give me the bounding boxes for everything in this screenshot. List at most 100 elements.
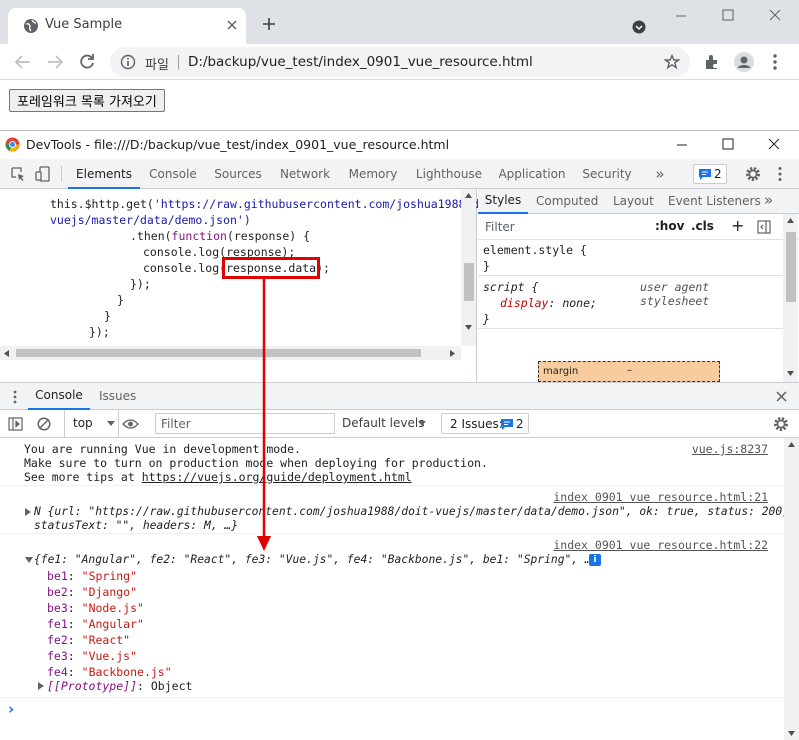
data-object-summary[interactable]: {fe1: "Angular", fe2: "React", fe3: "Vue… — [34, 553, 599, 566]
levels-dropdown-arrow-icon[interactable] — [418, 421, 426, 426]
message-source-link[interactable]: index 0901 vue resource.html:21 — [553, 490, 768, 504]
property-colon: : — [67, 665, 82, 679]
prototype-row[interactable]: [[Prototype]]: Object — [47, 679, 192, 693]
tab-computed[interactable]: Computed — [536, 194, 598, 208]
console-vertical-scrollbar[interactable] — [784, 438, 799, 740]
drawer-tab-console[interactable]: Console — [28, 383, 90, 410]
scroll-left-icon[interactable] — [4, 350, 9, 357]
message-source-link[interactable]: vue.js:8237 — [692, 442, 768, 456]
tab-styles[interactable]: Styles — [478, 189, 528, 214]
code-line-9: }); — [89, 325, 110, 339]
tab-application[interactable]: Application — [492, 159, 572, 189]
drawer-menu-icon[interactable] — [13, 390, 17, 404]
scroll-right-icon[interactable] — [450, 350, 455, 357]
tab-event-listeners[interactable]: Event Listeners — [668, 194, 761, 208]
tab-console[interactable]: Console — [142, 159, 204, 189]
styles-scroll-down-icon[interactable] — [787, 371, 794, 376]
collapse-arrow-icon[interactable] — [25, 557, 33, 563]
fetch-frameworks-button[interactable]: 포레임워크 목록 가져오기 — [9, 89, 165, 112]
devtools-minimize-icon[interactable] — [676, 143, 688, 147]
maximize-icon[interactable] — [722, 9, 734, 21]
deployment-guide-link[interactable]: https://vuejs.org/guide/deployment.html — [142, 470, 412, 484]
scroll-up-icon[interactable] — [465, 193, 472, 198]
new-tab-icon[interactable] — [262, 17, 276, 31]
close-window-icon[interactable] — [769, 9, 781, 21]
expand-arrow-icon[interactable] — [25, 508, 31, 516]
property-colon: : — [67, 601, 82, 615]
hov-toggle[interactable]: :hov — [655, 219, 684, 233]
console-settings-gear-icon[interactable] — [773, 416, 789, 432]
info-badge-letter: i — [593, 555, 597, 565]
cls-toggle[interactable]: .cls — [691, 219, 714, 233]
styles-more-tabs[interactable]: » — [764, 191, 773, 209]
console-prompt-icon[interactable]: › — [8, 700, 14, 718]
styles-filter-input[interactable]: Filter — [485, 220, 645, 234]
code-line-2: vuejs/master/data/demo.json') — [50, 213, 251, 227]
tab-search-icon[interactable] — [632, 20, 646, 34]
more-tabs-button[interactable]: » — [648, 159, 672, 189]
devtools-maximize-icon[interactable] — [722, 138, 734, 150]
address-bar[interactable]: 파일 D:/backup/vue_test/index_0901_vue_res… — [110, 47, 690, 77]
context-value: top — [73, 416, 93, 430]
devtools-close-icon[interactable] — [768, 138, 780, 150]
profile-avatar-icon[interactable] — [734, 52, 754, 72]
log-levels-dropdown[interactable]: Default levels — [342, 416, 424, 430]
console-message-data: index 0901 vue resource.html:22 {fe1: "A… — [0, 534, 799, 698]
code-line-6: }); — [130, 277, 151, 291]
source-vertical-scrollbar[interactable] — [461, 189, 476, 346]
minimize-icon[interactable] — [675, 13, 687, 19]
response-object-preview[interactable]: N {url: "https://raw.githubusercontent.c… — [34, 505, 789, 518]
back-icon[interactable] — [14, 53, 32, 71]
styles-vertical-scrollbar[interactable] — [783, 214, 798, 382]
console-text: Make sure to turn on production mode whe… — [24, 456, 488, 470]
reload-icon[interactable] — [78, 53, 96, 71]
info-badge-icon[interactable]: i — [589, 554, 601, 566]
toggle-sidebar-icon[interactable] — [757, 220, 771, 234]
source-horizontal-scrollbar[interactable] — [0, 346, 461, 360]
tab-elements[interactable]: Elements — [68, 159, 140, 189]
tab-sources[interactable]: Sources — [206, 159, 270, 189]
bookmark-star-icon[interactable] — [664, 54, 680, 70]
tab-network[interactable]: Network — [272, 159, 338, 189]
context-selector[interactable]: top — [64, 410, 119, 437]
site-info-icon[interactable] — [120, 54, 136, 70]
property-value: "Vue.js" — [81, 649, 138, 663]
issues-badge-button[interactable]: 2 — [693, 164, 727, 184]
close-drawer-icon[interactable] — [776, 391, 787, 402]
property-value: "Django" — [81, 585, 138, 599]
tab-memory[interactable]: Memory — [340, 159, 406, 189]
browser-tab[interactable]: Vue Sample — [8, 8, 246, 44]
drawer-tab-issues[interactable]: Issues — [99, 389, 136, 403]
styles-scroll-up-icon[interactable] — [787, 218, 794, 223]
tab-security[interactable]: Security — [574, 159, 640, 189]
browser-menu-icon[interactable] — [772, 53, 778, 71]
forward-icon[interactable] — [46, 53, 64, 71]
extensions-icon[interactable] — [703, 53, 721, 71]
devtools-window-title: DevTools - file:///D:/backup/vue_test/in… — [26, 137, 450, 152]
inspect-element-icon[interactable] — [10, 166, 26, 182]
tab-lighthouse[interactable]: Lighthouse — [408, 159, 490, 189]
console-filter-input[interactable]: Filter — [155, 413, 335, 434]
console-issues-button[interactable]: 2 Issues: 2 — [441, 413, 529, 434]
clear-console-icon[interactable] — [37, 417, 51, 431]
new-style-rule-button[interactable]: + — [731, 216, 744, 235]
close-tab-icon[interactable] — [226, 19, 238, 31]
settings-gear-icon[interactable] — [745, 166, 761, 182]
console-sidebar-icon[interactable] — [8, 417, 23, 431]
console-scroll-down-icon[interactable] — [788, 731, 795, 736]
prototype-expand-arrow-icon[interactable] — [38, 682, 44, 690]
scroll-thumb[interactable] — [464, 263, 474, 301]
devtools-menu-icon[interactable] — [777, 166, 783, 182]
console-scroll-up-icon[interactable] — [788, 442, 795, 447]
live-expression-eye-icon[interactable] — [122, 418, 139, 430]
styles-scroll-thumb[interactable] — [786, 232, 796, 302]
message-source-link[interactable]: index 0901 vue resource.html:22 — [553, 538, 768, 552]
scroll-down-icon[interactable] — [465, 325, 472, 330]
tab-layout[interactable]: Layout — [613, 194, 654, 208]
property-key: be2 — [47, 585, 68, 599]
device-toolbar-icon[interactable] — [35, 166, 51, 182]
drawer-tab-bar: Console Issues — [0, 383, 799, 410]
hscroll-thumb[interactable] — [16, 349, 421, 357]
script-rule-source: user agent stylesheet — [640, 280, 710, 308]
css-prop-value: none; — [562, 296, 597, 310]
